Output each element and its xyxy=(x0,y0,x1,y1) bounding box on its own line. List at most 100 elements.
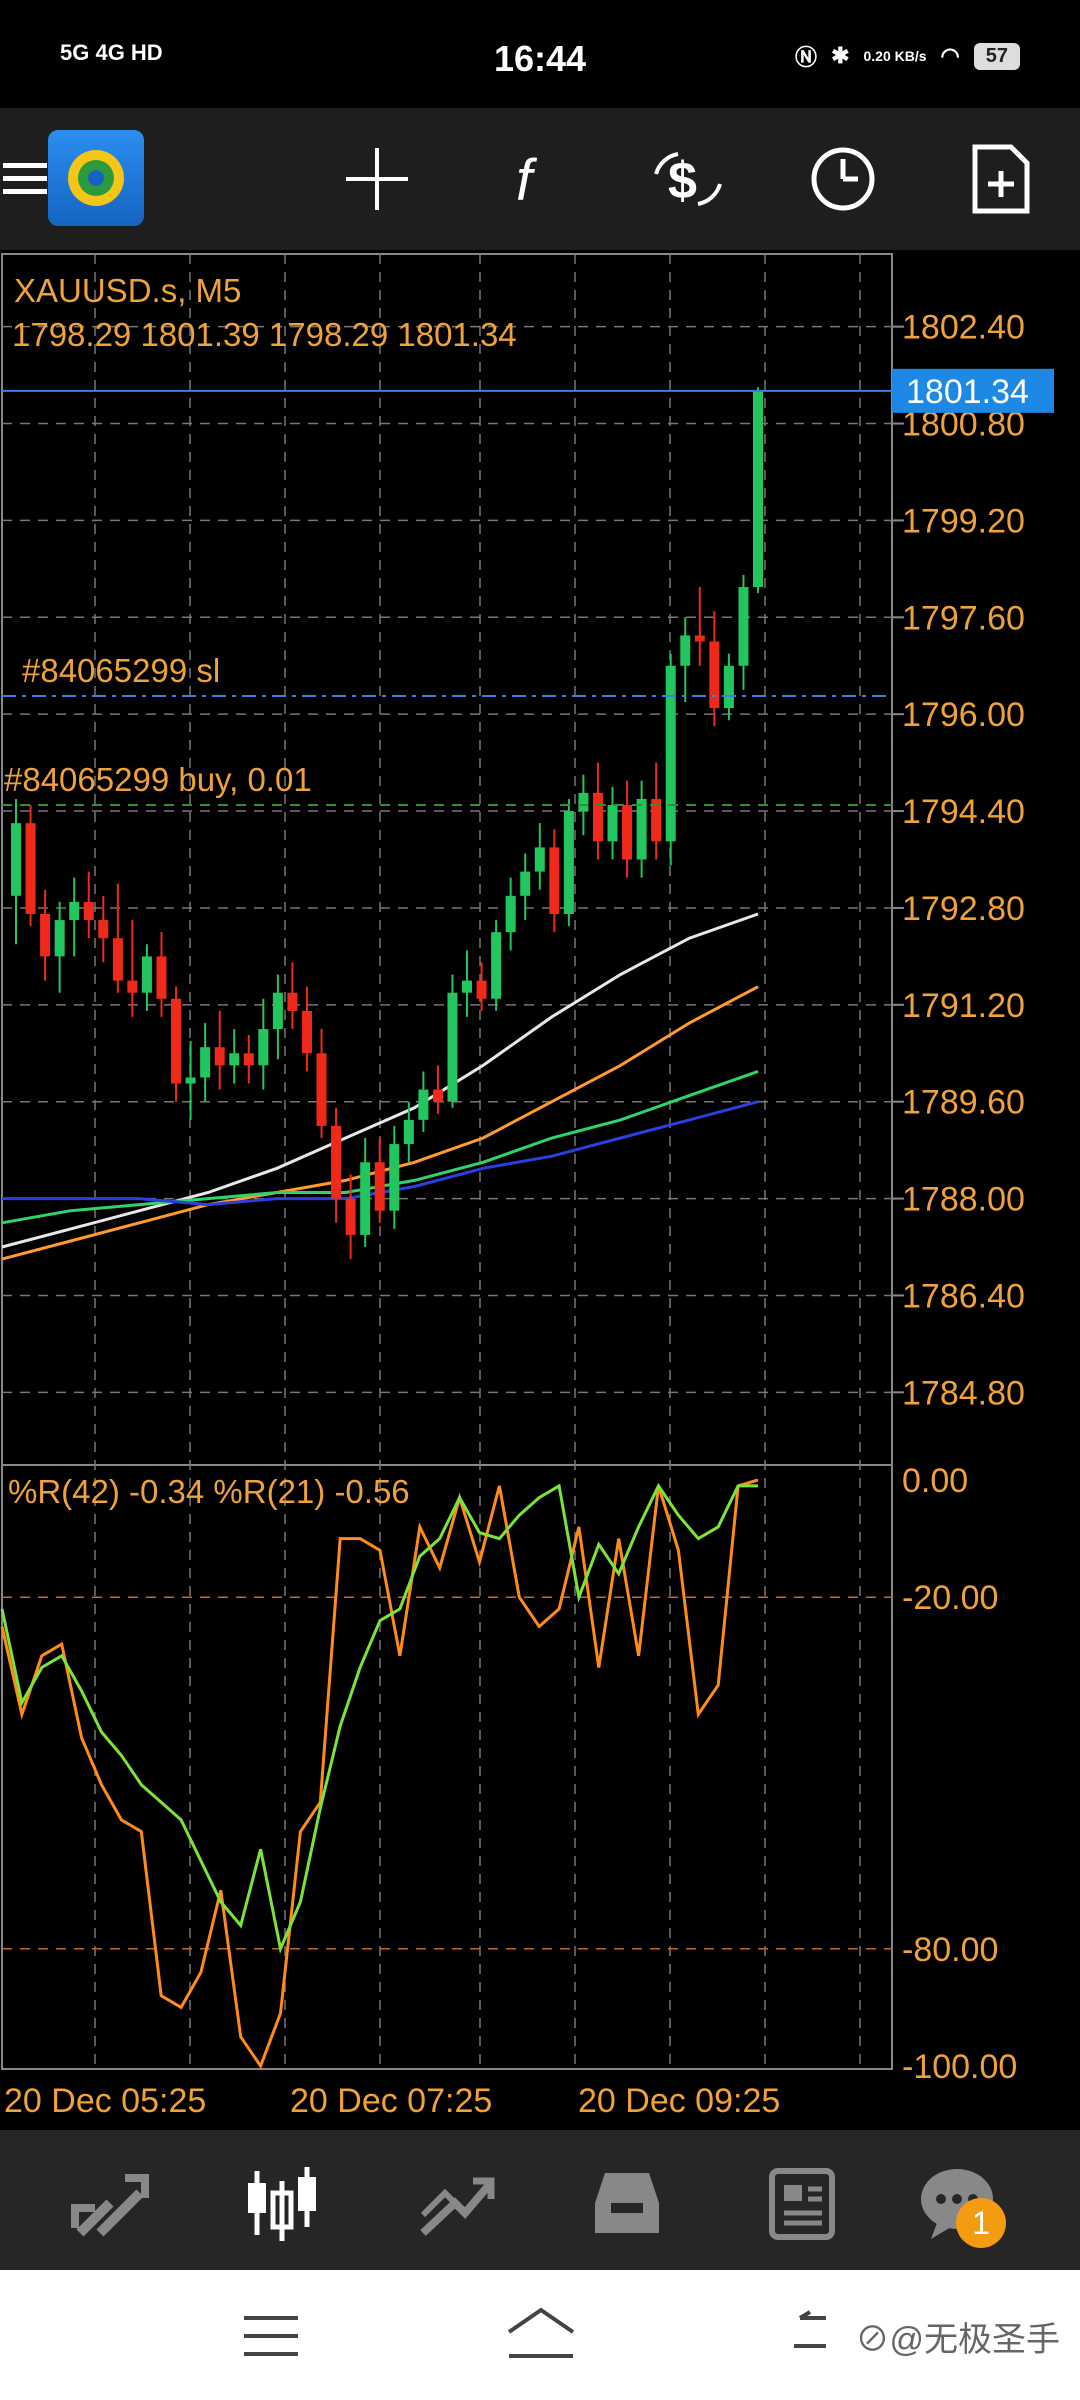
candle-body xyxy=(389,1144,400,1211)
candle-body xyxy=(636,798,647,860)
candle-body xyxy=(505,895,516,933)
candle-body xyxy=(520,871,531,896)
candle-body xyxy=(331,1125,342,1199)
candle-body xyxy=(476,980,487,999)
candle-body xyxy=(40,913,51,957)
candle-body xyxy=(229,1053,240,1066)
price-tick-label: 1799.20 xyxy=(902,502,1025,540)
price-tick-label: 1797.60 xyxy=(902,599,1025,637)
candle-body xyxy=(723,665,734,709)
price-axis: 1802.401800.801799.201797.601796.001794.… xyxy=(892,309,1025,1412)
recent-apps-icon[interactable] xyxy=(244,2314,298,2363)
candle-body xyxy=(549,847,560,914)
candle-body xyxy=(316,1053,327,1126)
candle-body xyxy=(462,980,473,993)
candle-body xyxy=(214,1047,225,1066)
watermark: ⊘@无极圣手 xyxy=(855,2321,1060,2359)
new-order-icon[interactable] xyxy=(958,136,1044,222)
candle-body xyxy=(563,811,574,914)
candle-body xyxy=(622,805,633,860)
history-tab-icon[interactable] xyxy=(582,2158,672,2248)
candle-body xyxy=(578,792,589,812)
status-bar: 5G 4G HD 16:44 Ⓝ ✱ 0.20 KB/s ◠ 57 xyxy=(0,0,1080,108)
chart-area[interactable]: 1802.40 1800.80 1799.20 1797.60 1796.00 1794.… xyxy=(0,250,1080,2130)
current-price-text: 1801.34 xyxy=(906,373,1029,411)
price-tick-label: 1786.40 xyxy=(902,1277,1025,1315)
indicator-tick-label: -100.00 xyxy=(902,2048,1017,2086)
svg-text:f: f xyxy=(516,148,538,213)
price-tick-label: 1791.20 xyxy=(902,987,1025,1025)
candle-body xyxy=(141,956,152,993)
candle-body xyxy=(243,1053,254,1066)
back-icon[interactable] xyxy=(790,2310,830,2359)
candle-body xyxy=(301,1010,312,1054)
status-icons: Ⓝ ✱ 0.20 KB/s ◠ 57 xyxy=(795,40,1020,72)
indicator-tick-label: -20.00 xyxy=(902,1579,998,1617)
candle-body xyxy=(185,1077,196,1084)
candle-body xyxy=(25,823,36,914)
candles xyxy=(11,387,763,1260)
nfc-icon: Ⓝ xyxy=(795,45,818,70)
news-tab-icon[interactable] xyxy=(755,2158,845,2248)
candle-body xyxy=(156,956,167,999)
indicator-tick-label: 0.00 xyxy=(902,1462,968,1500)
chart-toolbar: f $ xyxy=(0,108,1080,250)
time-axis: 20 Dec 05:25 20 Dec 07:25 20 Dec 09:25 xyxy=(4,2082,780,2120)
candle-body xyxy=(171,998,182,1084)
notification-badge: 1 xyxy=(956,2198,1006,2248)
candle-body xyxy=(374,1162,385,1211)
candle-body xyxy=(272,992,283,1030)
system-navigation-bar: ⊘@无极圣手 xyxy=(0,2270,1080,2400)
ohlc-label: 1798.29 1801.39 1798.29 1801.34 xyxy=(12,316,517,353)
candle-body xyxy=(753,390,763,588)
candle-body xyxy=(112,938,123,981)
candle-body xyxy=(200,1047,211,1078)
quotes-tab-icon[interactable] xyxy=(65,2158,155,2248)
time-tick-label: 20 Dec 07:25 xyxy=(290,2082,492,2120)
chart-tab-icon[interactable] xyxy=(237,2158,327,2248)
time-tick-label: 20 Dec 05:25 xyxy=(4,2082,206,2120)
candle-body xyxy=(418,1089,429,1120)
candle-body xyxy=(403,1119,414,1145)
candle-body xyxy=(694,635,705,642)
crosshair-icon[interactable] xyxy=(334,136,420,222)
candle-body xyxy=(447,992,458,1102)
candle-body xyxy=(607,805,618,842)
candle-body xyxy=(665,665,676,842)
candle-body xyxy=(11,823,21,896)
stop-loss-label: #84065299 sl xyxy=(22,652,220,689)
candle-body xyxy=(592,792,603,842)
trade-tab-icon[interactable] xyxy=(410,2158,500,2248)
time-tick-label: 20 Dec 09:25 xyxy=(578,2082,780,2120)
candle-body xyxy=(738,587,749,666)
candle-body xyxy=(345,1198,356,1235)
price-tick-label: 1796.00 xyxy=(902,696,1025,734)
candle-body xyxy=(432,1089,443,1102)
price-tick-label: 1792.80 xyxy=(902,890,1025,928)
candle-body xyxy=(287,992,298,1011)
indicators-icon[interactable]: f xyxy=(490,136,576,222)
svg-text:$: $ xyxy=(668,152,697,210)
price-tick-label: 1789.60 xyxy=(902,1084,1025,1122)
candle-body xyxy=(680,635,691,666)
candle-body xyxy=(98,920,109,939)
candle-body xyxy=(127,980,138,993)
candle-body xyxy=(83,901,94,921)
order-label: #84065299 buy, 0.01 xyxy=(4,761,312,798)
candle-body xyxy=(360,1162,371,1235)
symbols-icon[interactable]: $ xyxy=(645,136,731,222)
timeframe-icon[interactable] xyxy=(800,136,886,222)
price-tick-label: 1802.40 xyxy=(902,309,1025,347)
candle-body xyxy=(491,932,502,999)
candle-body xyxy=(69,901,80,921)
price-tick-label: 1788.00 xyxy=(902,1181,1025,1219)
wifi-icon: ◠ xyxy=(940,43,960,68)
bluetooth-icon: ✱ xyxy=(831,43,850,68)
home-icon[interactable] xyxy=(505,2306,577,2367)
indicator-tick-label: -80.00 xyxy=(902,1931,998,1969)
candle-body xyxy=(534,847,545,872)
app-logo[interactable] xyxy=(48,130,144,226)
indicator-axis: 0.00 -20.00 -80.00 -100.00 xyxy=(902,1462,1017,2086)
price-chart[interactable]: 1802.401800.801799.201797.601796.001794.… xyxy=(0,250,1080,2130)
network-speed: 0.20 KB/s xyxy=(863,48,927,64)
